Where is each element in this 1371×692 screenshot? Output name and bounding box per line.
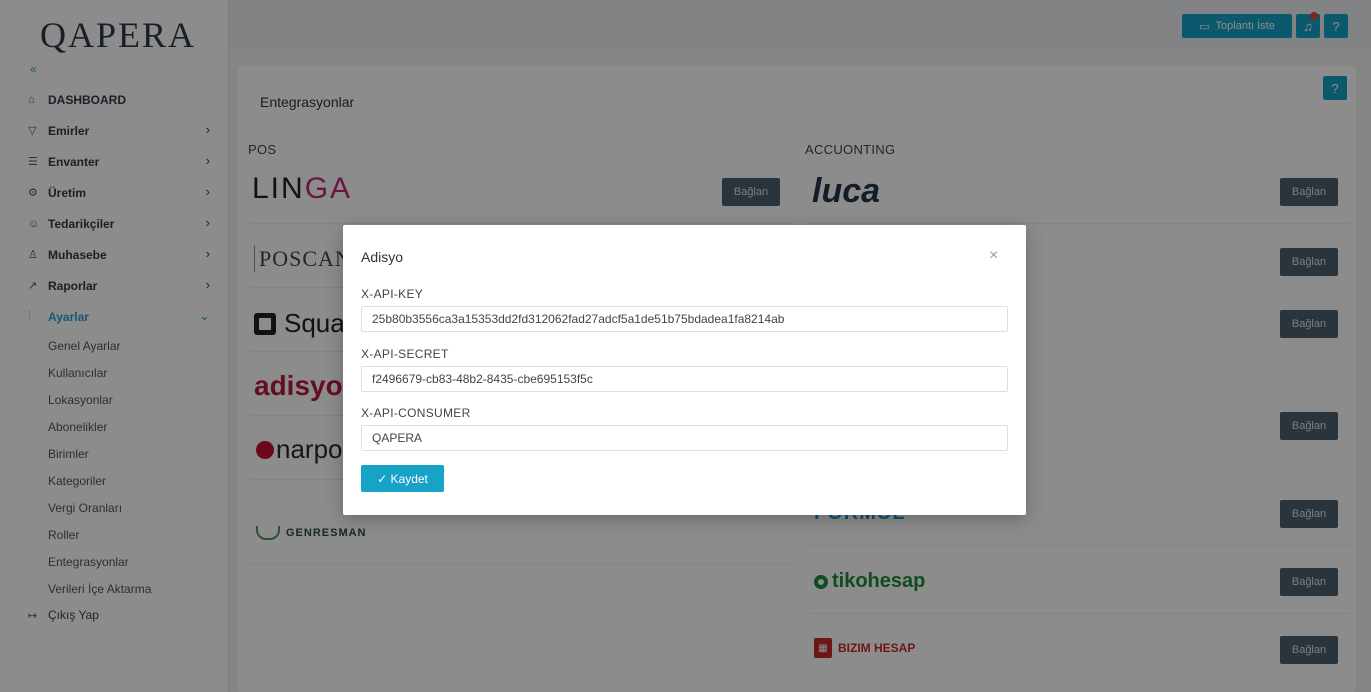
api-consumer-input[interactable] bbox=[361, 425, 1008, 451]
close-icon[interactable]: × bbox=[989, 247, 998, 265]
api-secret-label: X-API-SECRET bbox=[361, 347, 449, 361]
save-button[interactable]: ✓ Kaydet bbox=[361, 465, 444, 492]
api-key-input[interactable] bbox=[361, 306, 1008, 332]
modal-title: Adisyo bbox=[361, 249, 404, 265]
api-secret-input[interactable] bbox=[361, 366, 1008, 392]
api-consumer-label: X-API-CONSUMER bbox=[361, 406, 471, 420]
adisyo-modal: Adisyo × X-API-KEY X-API-SECRET X-API-CO… bbox=[343, 225, 1026, 515]
api-key-label: X-API-KEY bbox=[361, 287, 424, 301]
